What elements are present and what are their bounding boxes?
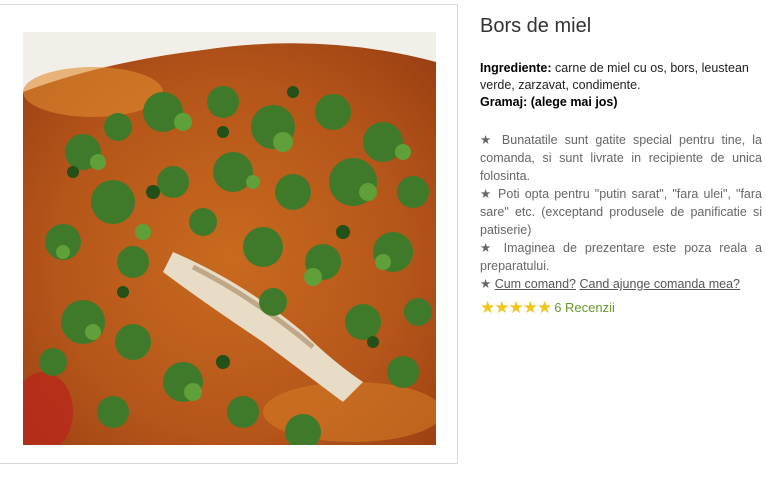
product-photo[interactable] — [23, 32, 436, 445]
note-fresh-cooked: ★ Bunatatile sunt gatite special pentru … — [480, 133, 762, 183]
rating: ★★★★★ 6 Recenzii — [480, 299, 762, 316]
delivery-time-link[interactable]: Cand ajunge comanda mea? — [579, 277, 740, 291]
notes-section: ★ Bunatatile sunt gatite special pentru … — [480, 131, 762, 293]
soup-photo-image — [23, 32, 436, 445]
product-info: Bors de miel Ingrediente: carne de miel … — [480, 14, 762, 316]
gramaj-label: Gramaj: (alege mai jos) — [480, 95, 618, 109]
rating-stars-icon: ★★★★★ — [480, 298, 552, 317]
star-bullet: ★ — [480, 277, 495, 291]
note-options: ★ Poti opta pentru "putin sarat", "fara … — [480, 187, 762, 237]
product-title: Bors de miel — [480, 15, 592, 37]
how-to-order-link[interactable]: Cum comand? — [495, 277, 576, 291]
note-help-links: ★ Cum comand? Cand ajunge comanda mea? — [480, 275, 762, 293]
reviews-link[interactable]: 6 Recenzii — [554, 300, 615, 315]
product-image-frame — [0, 4, 458, 464]
note-real-photo: ★ Imaginea de prezentare este poza reala… — [480, 241, 762, 273]
ingredients-label: Ingrediente: — [480, 61, 552, 75]
ingredients: Ingrediente: carne de miel cu os, bors, … — [480, 60, 762, 94]
